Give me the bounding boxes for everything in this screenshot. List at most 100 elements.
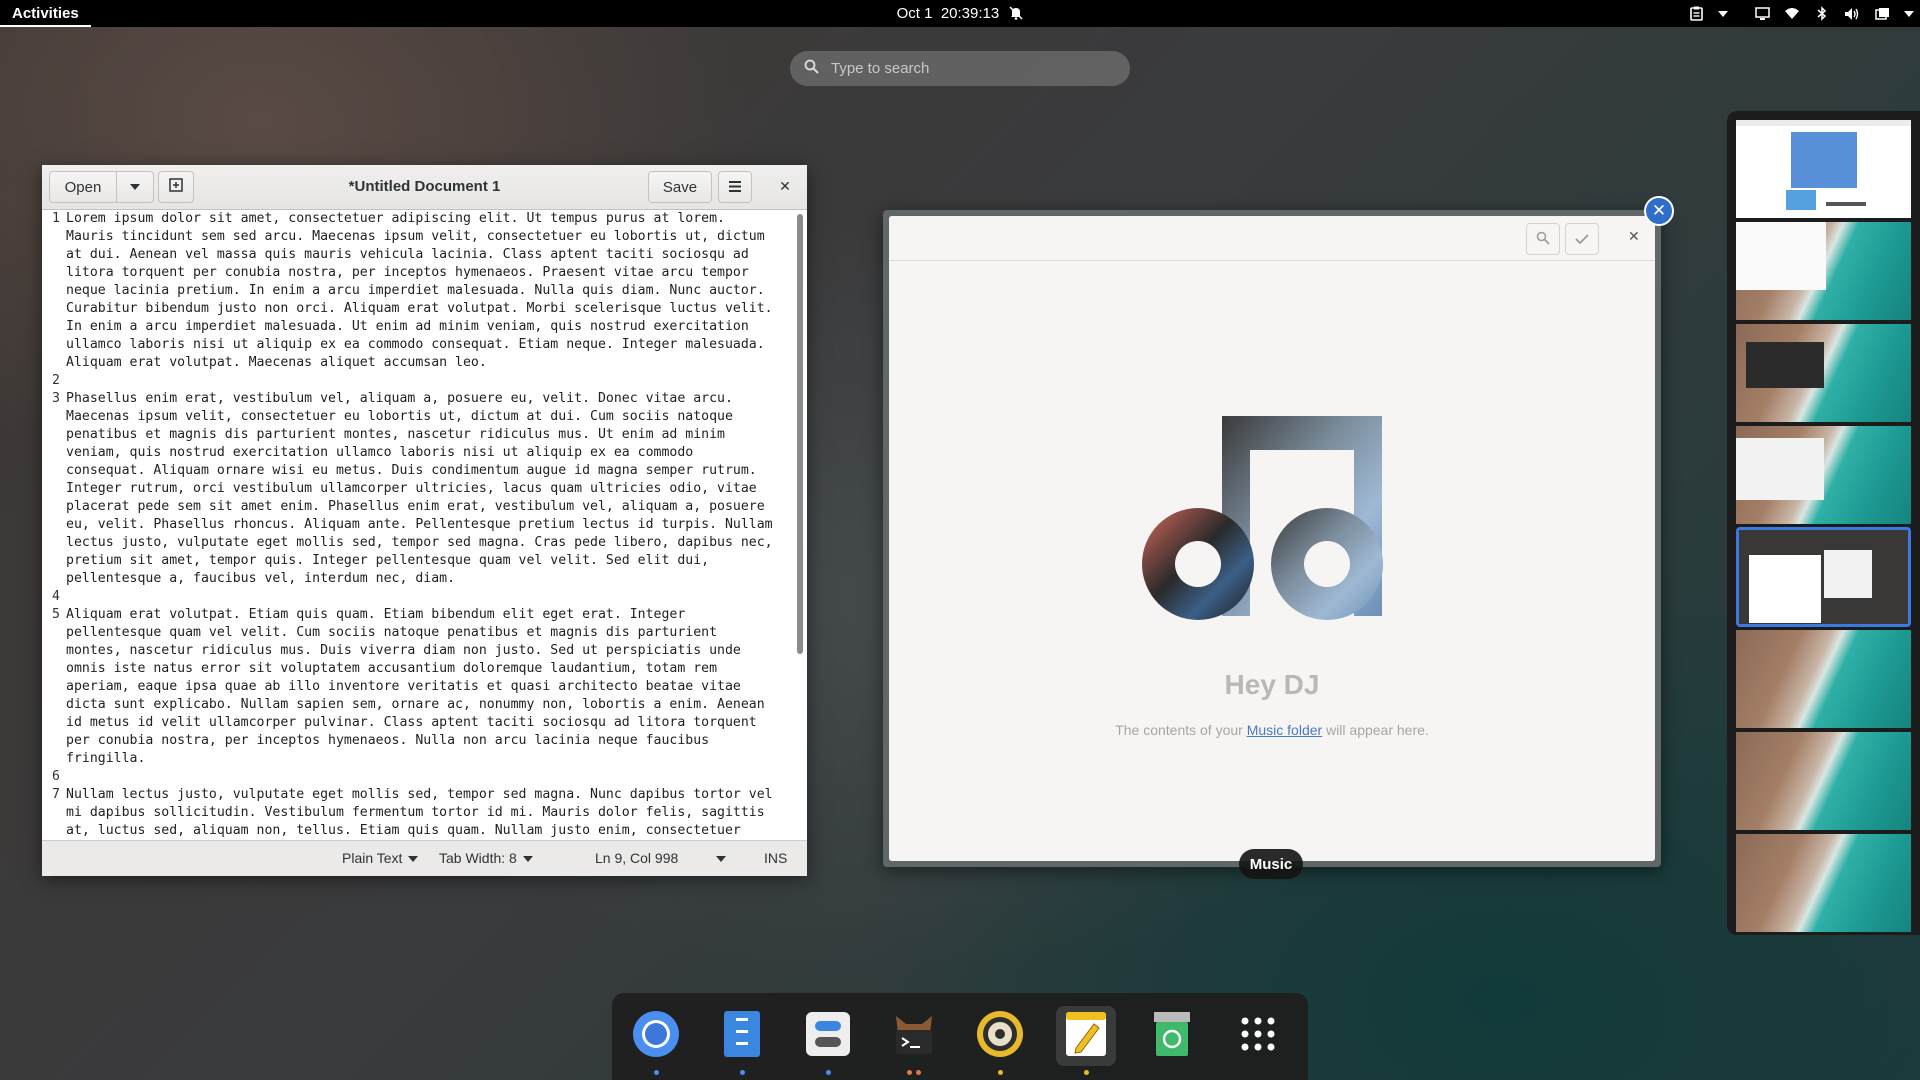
close-icon: ✕ <box>1651 201 1667 221</box>
line-number <box>42 534 64 552</box>
clipboard-indicator[interactable] <box>1688 0 1728 27</box>
language-selector[interactable]: Plain Text <box>342 841 419 876</box>
line-number <box>42 660 64 678</box>
terminal-icon <box>890 1010 938 1062</box>
line-number: 6 <box>52 769 60 784</box>
new-tab-icon <box>169 178 183 196</box>
settings-app[interactable] <box>798 1006 858 1075</box>
clock: Oct 1 20:39:13 <box>0 0 1920 27</box>
line-number <box>42 714 64 732</box>
line-number <box>42 498 64 516</box>
line-number <box>42 516 64 534</box>
workspace-thumbnail-active[interactable] <box>1736 527 1911 627</box>
line-number <box>42 570 64 588</box>
line-number <box>42 354 64 372</box>
workspace-thumbnail[interactable] <box>1736 426 1911 524</box>
hamburger-icon <box>729 179 741 196</box>
line-number-gutter: 1 2 3 4 5 6 7 <box>42 210 64 840</box>
trash-app[interactable] <box>1142 1006 1202 1066</box>
close-icon[interactable]: ✕ <box>775 177 795 197</box>
header-bar: Open *Untitled Document 1 Save ✕ <box>42 165 807 210</box>
empty-desc-text: will appear here. <box>1322 722 1429 738</box>
cursor-position[interactable]: Ln 9, Col 998 <box>595 841 727 876</box>
workspace-thumbnail[interactable] <box>1736 630 1911 728</box>
line-number <box>42 732 64 750</box>
app-grid-button[interactable] <box>1228 1006 1288 1066</box>
line-number <box>42 552 64 570</box>
music-window[interactable]: ✕ Hey DJ The contents of your Music fold… <box>883 210 1661 867</box>
open-recent-dropdown[interactable] <box>116 171 154 203</box>
tab-width-selector[interactable]: Tab Width: 8 <box>439 841 533 876</box>
screen-icon <box>1754 6 1770 22</box>
line-number: 3 <box>52 391 60 406</box>
workspace-switcher <box>1727 111 1920 935</box>
scrollbar[interactable] <box>797 214 803 654</box>
line-number <box>42 408 64 426</box>
line-number: 7 <box>52 787 60 802</box>
workspace-thumbnail[interactable] <box>1736 222 1911 320</box>
document-text[interactable]: Lorem ipsum dolor sit amet, consectetuer… <box>66 210 786 840</box>
workspace-thumbnail[interactable] <box>1736 324 1911 422</box>
line-number <box>42 246 64 264</box>
paragraph: Aliquam erat volutpat. Etiam quis quam. … <box>66 607 765 766</box>
line-number <box>42 426 64 444</box>
clock-time[interactable]: 20:39:13 <box>941 5 999 22</box>
line-number <box>42 804 64 822</box>
paragraph: Phasellus enim erat, vestibulum vel, ali… <box>66 391 773 586</box>
close-window-button[interactable]: ✕ <box>1644 196 1674 226</box>
wifi-icon <box>1784 6 1800 22</box>
chevron-down-icon <box>1718 10 1728 17</box>
chevron-down-icon <box>1904 10 1914 17</box>
line-number <box>42 822 64 840</box>
text-editor-window[interactable]: Open *Untitled Document 1 Save ✕ 1 2 3 4 5 6 7… <box>42 165 807 876</box>
save-button[interactable]: Save <box>648 171 712 203</box>
line-number <box>42 624 64 642</box>
volume-icon <box>1844 6 1860 22</box>
menu-button[interactable] <box>718 171 752 203</box>
chromium-app[interactable] <box>626 1006 686 1075</box>
window-caption: Music <box>1239 849 1303 879</box>
terminal-app[interactable] <box>884 1006 944 1075</box>
files-app[interactable] <box>712 1006 772 1075</box>
header-bar: ✕ <box>889 216 1655 261</box>
open-button[interactable]: Open <box>49 171 117 203</box>
text-editor-app[interactable] <box>1056 1006 1116 1075</box>
line-number <box>42 462 64 480</box>
music-folder-link[interactable]: Music folder <box>1247 722 1322 738</box>
line-number <box>42 228 64 246</box>
bluetooth-icon <box>1814 6 1830 22</box>
line-number: 2 <box>52 373 60 388</box>
line-number <box>42 480 64 498</box>
line-number: 4 <box>52 589 60 604</box>
close-icon[interactable]: ✕ <box>1628 229 1640 245</box>
select-button[interactable] <box>1565 223 1599 255</box>
search-input[interactable] <box>829 59 1093 78</box>
empty-desc-text: The contents of your <box>1115 722 1247 738</box>
text-editor-icon <box>1064 1010 1108 1062</box>
new-tab-button[interactable] <box>158 171 194 203</box>
line-number <box>42 300 64 318</box>
search-icon <box>804 59 819 78</box>
music-content: ✕ Hey DJ The contents of your Music fold… <box>889 216 1655 861</box>
activities-button[interactable]: Activities <box>0 0 91 27</box>
chevron-down-icon <box>522 855 533 862</box>
trash-icon <box>1150 1010 1194 1062</box>
line-number <box>42 678 64 696</box>
text-view[interactable]: 1 2 3 4 5 6 7 Lorem ipsum dolor sit amet, cons… <box>42 210 807 840</box>
line-number <box>42 282 64 300</box>
music-app[interactable] <box>970 1006 1030 1075</box>
settings-icon <box>805 1011 851 1061</box>
status-bar: Plain Text Tab Width: 8 Ln 9, Col 998 IN… <box>42 840 807 876</box>
line-number: 1 <box>52 211 60 226</box>
workspace-thumbnail[interactable] <box>1736 120 1911 218</box>
insert-mode[interactable]: INS <box>764 841 787 876</box>
search-icon <box>1536 230 1550 249</box>
checkmark-icon <box>1575 230 1589 249</box>
workspace-thumbnail[interactable] <box>1736 834 1911 932</box>
speaker-icon <box>975 1009 1025 1063</box>
system-menu[interactable] <box>1754 0 1914 27</box>
workspace-thumbnail[interactable] <box>1736 732 1911 830</box>
clock-date[interactable]: Oct 1 <box>897 5 933 22</box>
search-box[interactable] <box>790 51 1130 86</box>
search-button[interactable] <box>1526 223 1560 255</box>
